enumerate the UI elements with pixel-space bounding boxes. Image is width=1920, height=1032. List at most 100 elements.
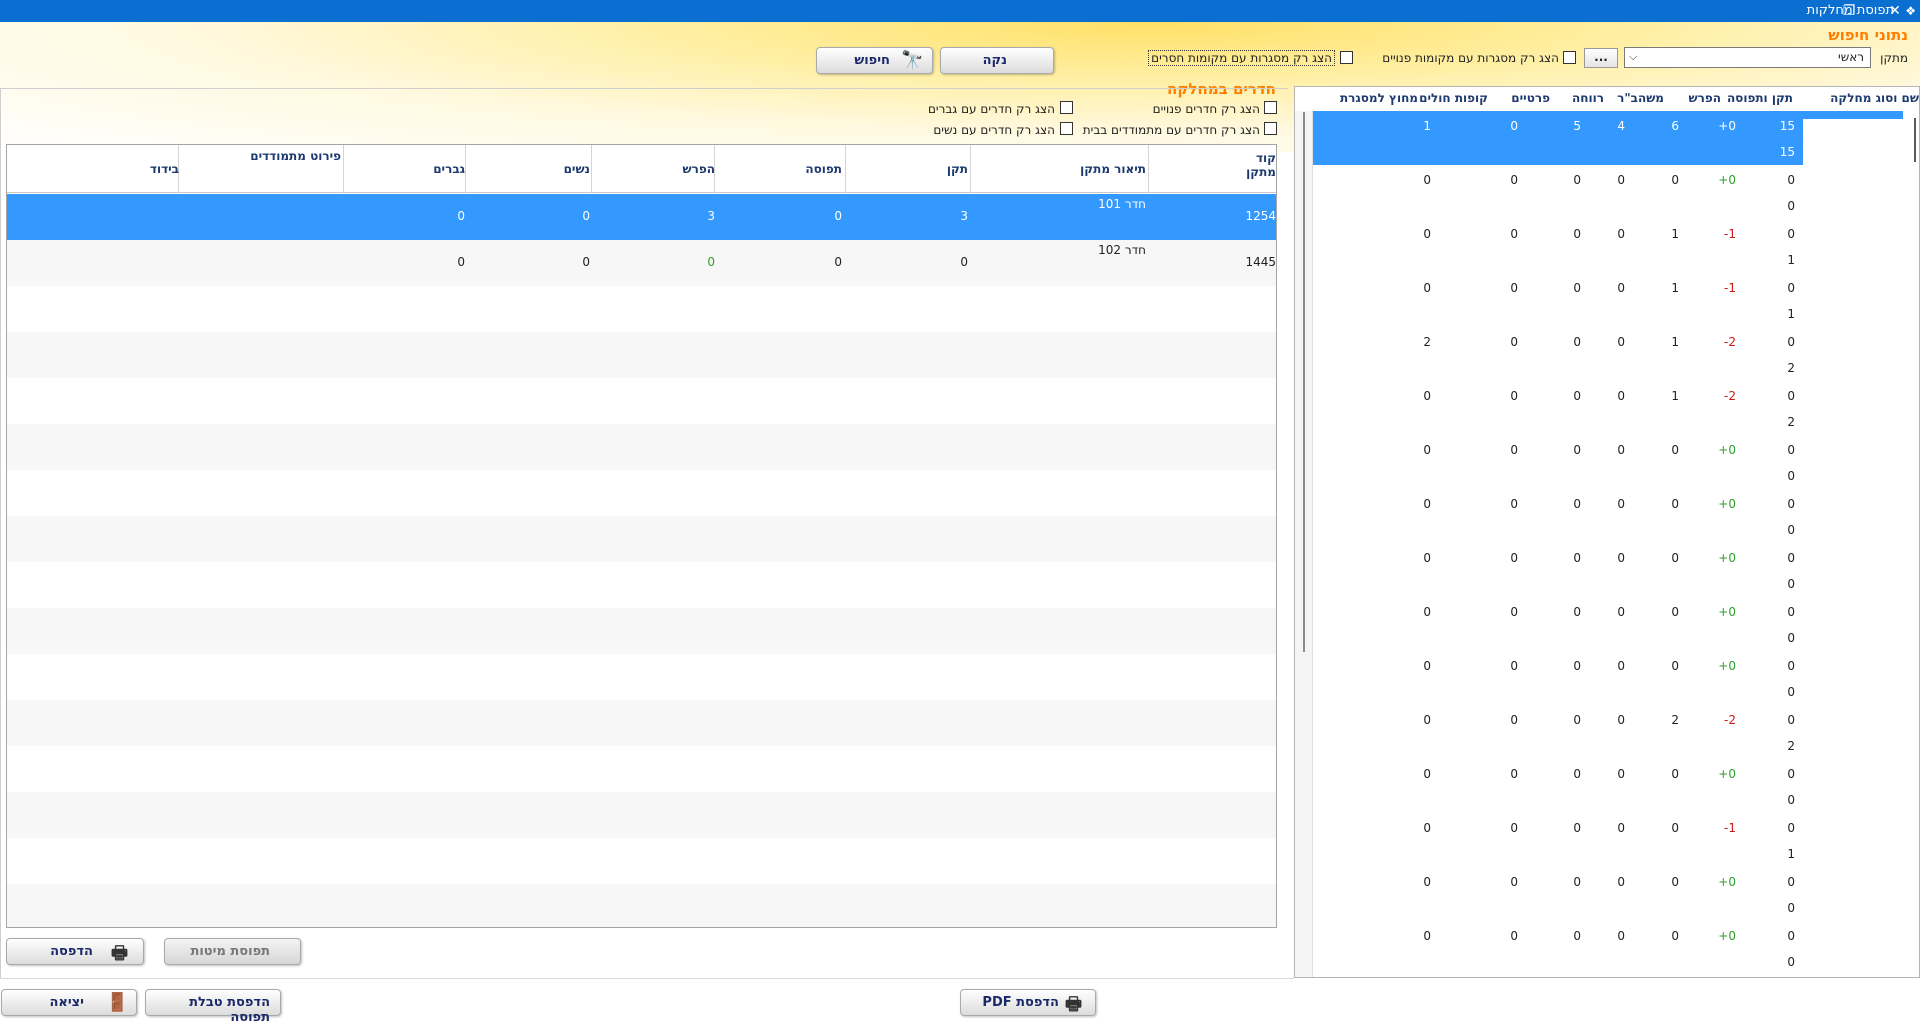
print-pdf-label: הדפסת PDF [982,995,1059,1010]
exit-button[interactable]: 🚪 יציאה [1,989,137,1016]
occupancy-value: 2 [1787,415,1795,429]
departments-grid[interactable]: שם וסוג מחלקה תקן ותפוסה הפרש משהב"ר רוו… [1294,86,1920,978]
clear-button-label: נקה [982,53,1007,68]
facility-browse-button[interactable]: ... [1584,48,1618,68]
restore-icon[interactable]: ❐ [1826,0,1872,22]
room-women: 0 [582,209,590,223]
outside-value: 0 [1423,173,1431,187]
outside-value: 0 [1423,875,1431,889]
room-code: 1445 [1245,255,1276,269]
empty-row [7,378,1276,424]
empty-row [7,700,1276,746]
exit-button-label: יציאה [49,995,84,1010]
private-value: 0 [1573,227,1581,241]
room-code: 1254 [1245,209,1276,223]
occupancy-value: 15 [1779,145,1795,159]
hmo-value: 0 [1510,551,1518,565]
rooms-panel-scrollbar[interactable] [1303,112,1305,652]
print-button[interactable]: 🖶 הדפסה [6,938,144,965]
outside-value: 0 [1423,767,1431,781]
standard-value: 0 [1787,335,1795,349]
empty-row [7,470,1276,516]
departments-grid-header: שם וסוג מחלקה תקן ותפוסה הפרש משהב"ר רוו… [1295,87,1919,111]
standard-value: 0 [1787,821,1795,835]
missing-frames-label: הצג רק מסגרות עם מקומות חסרים [1148,50,1335,66]
private-value: 0 [1573,929,1581,943]
col-dept-name-header: שם וסוג מחלקה [1830,91,1919,105]
room-description: חדר 102 [1098,243,1146,257]
welfare-value: 0 [1617,173,1625,187]
outside-value: 0 [1423,821,1431,835]
close-icon[interactable]: ✕ [1872,0,1918,22]
welfare-value: 0 [1617,875,1625,889]
outside-value: 0 [1423,929,1431,943]
diff-value: +0 [1718,443,1736,457]
rooms-grid-header: קוד מתקן תיאור מתקן תקן תפוסה הפרש נשים … [7,145,1276,193]
facility-label: מתקן [1880,51,1908,65]
standard-value: 0 [1787,605,1795,619]
chevron-down-icon: ⌵ [1629,50,1638,63]
welfare-value: 0 [1617,227,1625,241]
print-pdf-button[interactable]: 🖶 הדפסת PDF [960,989,1096,1016]
welfare-value: 0 [1617,605,1625,619]
free-frames-checkbox[interactable] [1563,51,1576,64]
hmo-value: 0 [1510,227,1518,241]
hmo-value: 0 [1510,497,1518,511]
housing-value: 1 [1671,389,1679,403]
print-button-label: הדפסה [50,944,93,959]
print-table-label: הדפסת טבלת תפוסה [189,995,270,1025]
private-value: 0 [1573,713,1581,727]
diff-value: +0 [1718,551,1736,565]
standard-value: 0 [1787,389,1795,403]
outside-value: 0 [1423,551,1431,565]
room-men: 0 [457,255,465,269]
search-button-label: חיפוש [854,53,890,68]
exit-door-icon: 🚪 [106,992,129,1013]
welfare-value: 0 [1617,551,1625,565]
rooms-grid[interactable]: קוד מתקן תיאור מתקן תקן תפוסה הפרש נשים … [6,144,1277,928]
outside-value: 0 [1423,497,1431,511]
room-standard: 0 [960,255,968,269]
col-occupancy-header: תפוסה [805,162,842,176]
diff-value: -2 [1724,713,1736,727]
diff-value: +0 [1718,605,1736,619]
col-breakdown-header: פירוט מתמודדים [250,149,341,163]
bed-occupancy-button[interactable]: תפוסת מיטות [164,938,301,965]
private-value: 0 [1573,605,1581,619]
occupancy-value: 2 [1787,739,1795,753]
diff-value: -2 [1724,335,1736,349]
room-row[interactable]: 1445 חדר 102 0 0 0 0 0 [7,240,1276,286]
bed-occupancy-label: תפוסת מיטות [190,944,270,959]
hmo-value: 0 [1510,335,1518,349]
clear-button[interactable]: נקה [940,47,1054,74]
departments-grid-scrollbar[interactable] [1914,118,1916,162]
room-row[interactable]: 1254 חדר 101 3 0 3 0 0 [7,194,1276,240]
empty-row [7,516,1276,562]
printer-icon: 🖶 [1065,994,1082,1015]
outside-value: 2 [1423,335,1431,349]
free-frames-label: הצג רק מסגרות עם מקומות פנויים [1382,51,1559,65]
housing-value: 6 [1671,119,1679,133]
standard-value: 15 [1779,119,1795,133]
room-diff: 3 [707,209,715,223]
private-value: 5 [1573,119,1581,133]
hmo-value: 0 [1510,929,1518,943]
room-women: 0 [582,255,590,269]
welfare-value: 0 [1617,767,1625,781]
col-standard-occupancy-header: תקן ותפוסה [1726,91,1793,105]
missing-frames-checkbox[interactable] [1340,51,1353,64]
dept-name-column [1803,119,1903,977]
occupancy-value: 0 [1787,901,1795,915]
housing-value: 1 [1671,281,1679,295]
hmo-value: 0 [1510,281,1518,295]
housing-value: 1 [1671,335,1679,349]
standard-value: 0 [1787,443,1795,457]
facility-combo[interactable]: ראשי ⌵ [1624,47,1871,68]
printer-icon: 🖶 [111,943,128,964]
room-occupancy: 0 [834,209,842,223]
outside-value: 1 [1423,119,1431,133]
print-table-button[interactable]: הדפסת טבלת תפוסה [145,989,281,1025]
housing-value: 0 [1671,173,1679,187]
occupancy-value: 0 [1787,523,1795,537]
search-button[interactable]: 🔭 חיפוש [816,47,933,74]
